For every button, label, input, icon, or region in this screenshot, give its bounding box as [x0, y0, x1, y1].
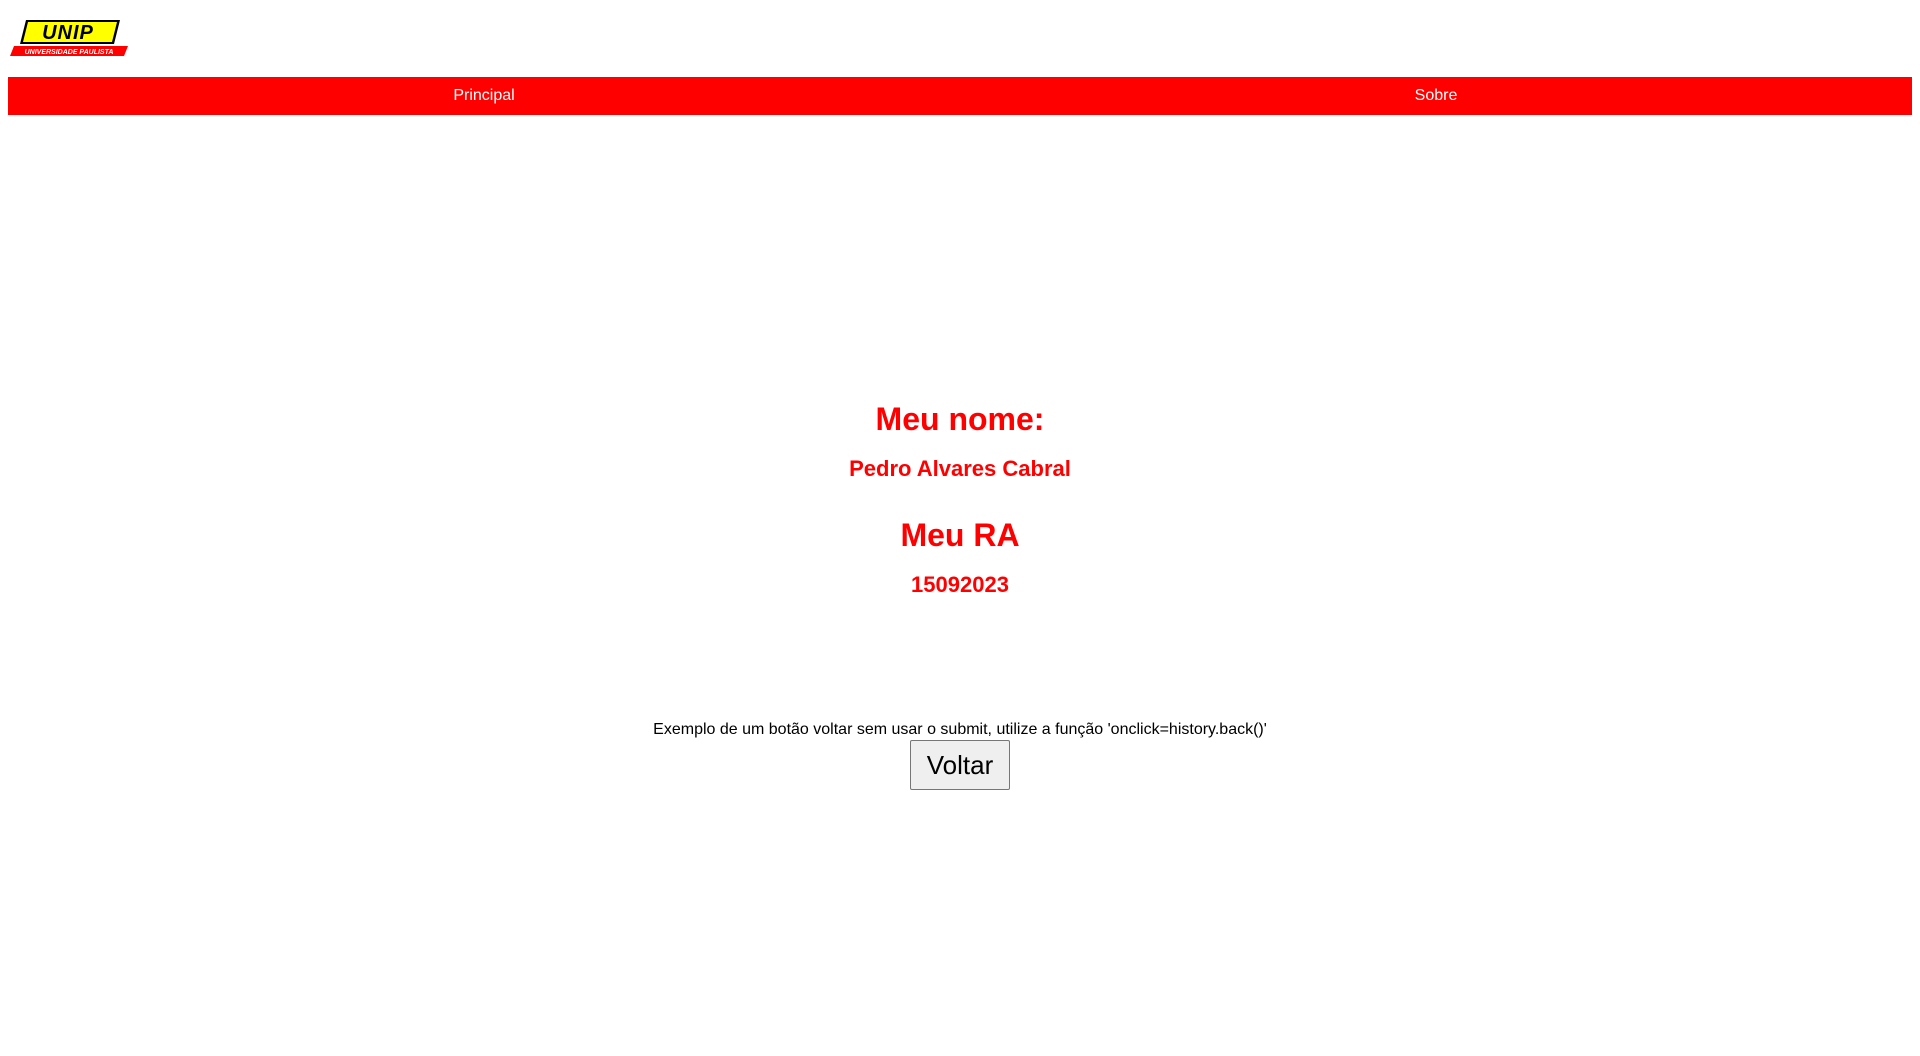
page: UNIP UNIVERSIDADE PAULISTA Principal Sob…	[0, 0, 1920, 1056]
top-navbar: Principal Sobre	[8, 77, 1912, 115]
svg-text:UNIVERSIDADE PAULISTA: UNIVERSIDADE PAULISTA	[25, 49, 114, 56]
svg-text:UNIP: UNIP	[42, 22, 94, 44]
ra-value: 15092023	[911, 572, 1009, 597]
name-value: Pedro Alvares Cabral	[849, 456, 1071, 481]
ra-heading: Meu RA	[900, 517, 1020, 553]
name-heading: Meu nome:	[875, 401, 1045, 437]
back-button-description: Exemplo de um botão voltar sem usar o su…	[653, 721, 1267, 738]
main-content: Meu nome: Pedro Alvares Cabral Meu RA 15…	[0, 395, 1920, 601]
voltar-button[interactable]: Voltar	[910, 740, 1010, 790]
back-button-container: Voltar	[0, 740, 1920, 790]
nav-item-sobre[interactable]: Sobre	[960, 77, 1912, 115]
nav-item-principal[interactable]: Principal	[8, 77, 960, 115]
unip-logo[interactable]: UNIP UNIVERSIDADE PAULISTA	[10, 18, 130, 58]
